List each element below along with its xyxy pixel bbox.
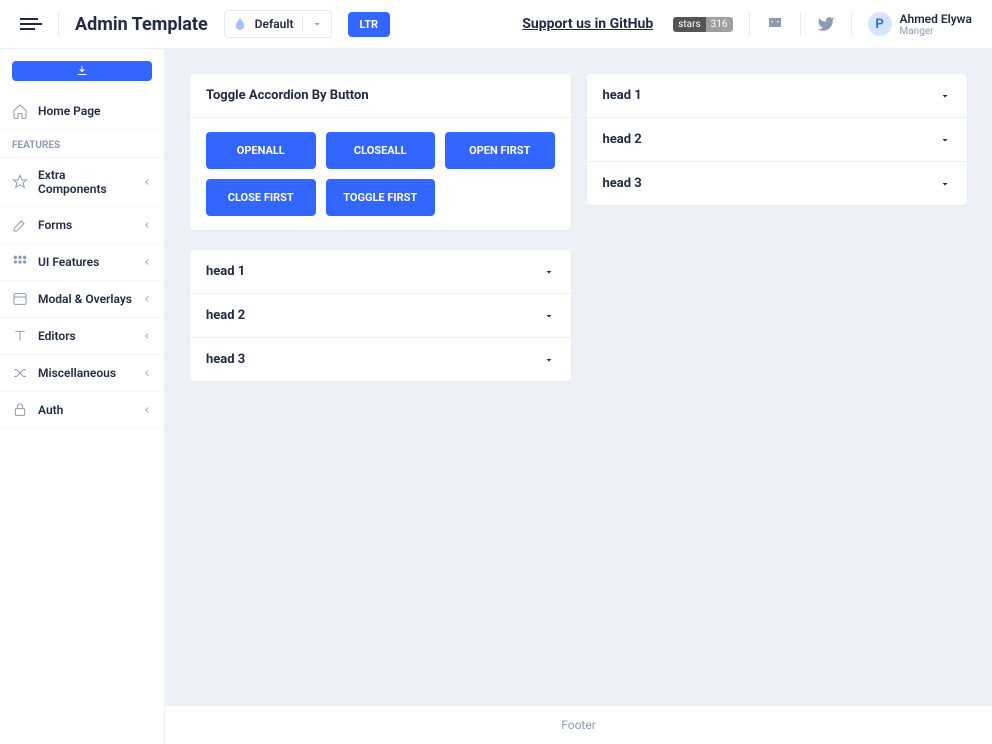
divider <box>58 12 59 36</box>
sidebar-item-label: Modal & Overlays <box>38 292 132 306</box>
lock-icon <box>12 402 28 418</box>
accordion-label: head 1 <box>603 88 642 103</box>
sidebar-item-label: UI Features <box>38 255 132 269</box>
download-icon <box>76 65 88 77</box>
accordion-item[interactable]: head 2 <box>190 294 571 338</box>
closeall-button[interactable]: CloseAll <box>326 132 436 169</box>
togglefirst-button[interactable]: Toggle First <box>326 179 436 216</box>
chevron-down-icon <box>543 310 555 322</box>
brand-title: Admin Template <box>75 14 208 35</box>
star-icon <box>12 174 28 190</box>
sidebar-item-label: Miscellaneous <box>38 366 132 380</box>
stars-count: 316 <box>706 17 733 32</box>
keypad-icon <box>12 254 28 270</box>
openall-button[interactable]: OpenAll <box>206 132 316 169</box>
user-name: Ahmed Elywa <box>900 12 972 26</box>
toggle-accordion-card: Toggle Accordion By Button OpenAll Close… <box>190 74 571 230</box>
closefirst-button[interactable]: Close First <box>206 179 316 216</box>
openfirst-button[interactable]: Open First <box>445 132 555 169</box>
sidebar-item-extra-components[interactable]: Extra Components <box>0 158 164 207</box>
sidebar-item-label: Editors <box>38 329 132 343</box>
sidebar-item-label: Auth <box>38 403 132 417</box>
footer-text: Footer <box>165 705 992 744</box>
text-icon <box>12 328 28 344</box>
theme-selector[interactable]: Default <box>224 10 332 38</box>
chevron-left-icon <box>142 220 152 230</box>
accordion-right: head 1 head 2 head 3 <box>587 74 968 205</box>
chevron-left-icon <box>142 405 152 415</box>
theme-label: Default <box>255 17 294 31</box>
divider <box>302 16 303 32</box>
sidebar-item-editors[interactable]: Editors <box>0 318 164 355</box>
accordion-item[interactable]: head 2 <box>587 118 968 162</box>
accordion-label: head 3 <box>206 352 245 367</box>
divider <box>851 12 852 36</box>
accordion-label: head 1 <box>206 264 245 279</box>
accordion-left: head 1 head 2 head 3 <box>190 250 571 381</box>
accordion-item[interactable]: head 3 <box>190 338 571 381</box>
accordion-item[interactable]: head 1 <box>190 250 571 294</box>
home-icon <box>12 103 28 119</box>
sidebar-item-label: Extra Components <box>38 168 132 196</box>
shuffle-icon <box>12 365 28 381</box>
divider <box>749 12 750 36</box>
accordion-item[interactable]: head 1 <box>587 74 968 118</box>
divider <box>800 12 801 36</box>
chevron-left-icon <box>142 257 152 267</box>
chevron-left-icon <box>142 177 152 187</box>
user-menu[interactable]: P Ahmed Elywa Manger <box>868 12 972 37</box>
chevron-left-icon <box>142 331 152 341</box>
download-button[interactable] <box>12 61 152 81</box>
chevron-left-icon <box>142 368 152 378</box>
chevron-left-icon <box>142 294 152 304</box>
sidebar-item-miscellaneous[interactable]: Miscellaneous <box>0 355 164 392</box>
sidebar-item-modal-overlays[interactable]: Modal & Overlays <box>0 281 164 318</box>
chevron-down-icon <box>939 90 951 102</box>
avatar: P <box>868 12 892 36</box>
edit-icon <box>12 217 28 233</box>
user-role: Manger <box>900 26 972 37</box>
stars-label: stars <box>673 17 705 32</box>
accordion-label: head 2 <box>206 308 245 323</box>
sidebar-item-label: Forms <box>38 218 132 232</box>
browser-icon <box>12 291 28 307</box>
discord-icon[interactable] <box>766 15 784 33</box>
sidebar-item-ui-features[interactable]: UI Features <box>0 244 164 281</box>
chevron-down-icon <box>311 18 323 30</box>
accordion-label: head 2 <box>603 132 642 147</box>
sidebar-item-auth[interactable]: Auth <box>0 392 164 429</box>
chevron-down-icon <box>543 354 555 366</box>
github-link[interactable]: Support us in GitHub <box>522 16 653 32</box>
github-stars-badge[interactable]: stars 316 <box>673 17 732 32</box>
accordion-label: head 3 <box>603 176 642 191</box>
card-title: Toggle Accordion By Button <box>190 74 571 118</box>
sidebar-item-forms[interactable]: Forms <box>0 207 164 244</box>
droplet-icon <box>233 17 247 31</box>
sidebar-section-label: FEATURES <box>0 130 164 158</box>
chevron-down-icon <box>939 134 951 146</box>
menu-toggle-icon[interactable] <box>20 18 42 30</box>
twitter-icon[interactable] <box>817 15 835 33</box>
chevron-down-icon <box>939 178 951 190</box>
sidebar-item-home[interactable]: Home Page <box>0 93 164 130</box>
sidebar-item-label: Home Page <box>38 104 152 118</box>
accordion-item[interactable]: head 3 <box>587 162 968 205</box>
ltr-button[interactable]: LTR <box>348 12 391 37</box>
chevron-down-icon <box>543 266 555 278</box>
